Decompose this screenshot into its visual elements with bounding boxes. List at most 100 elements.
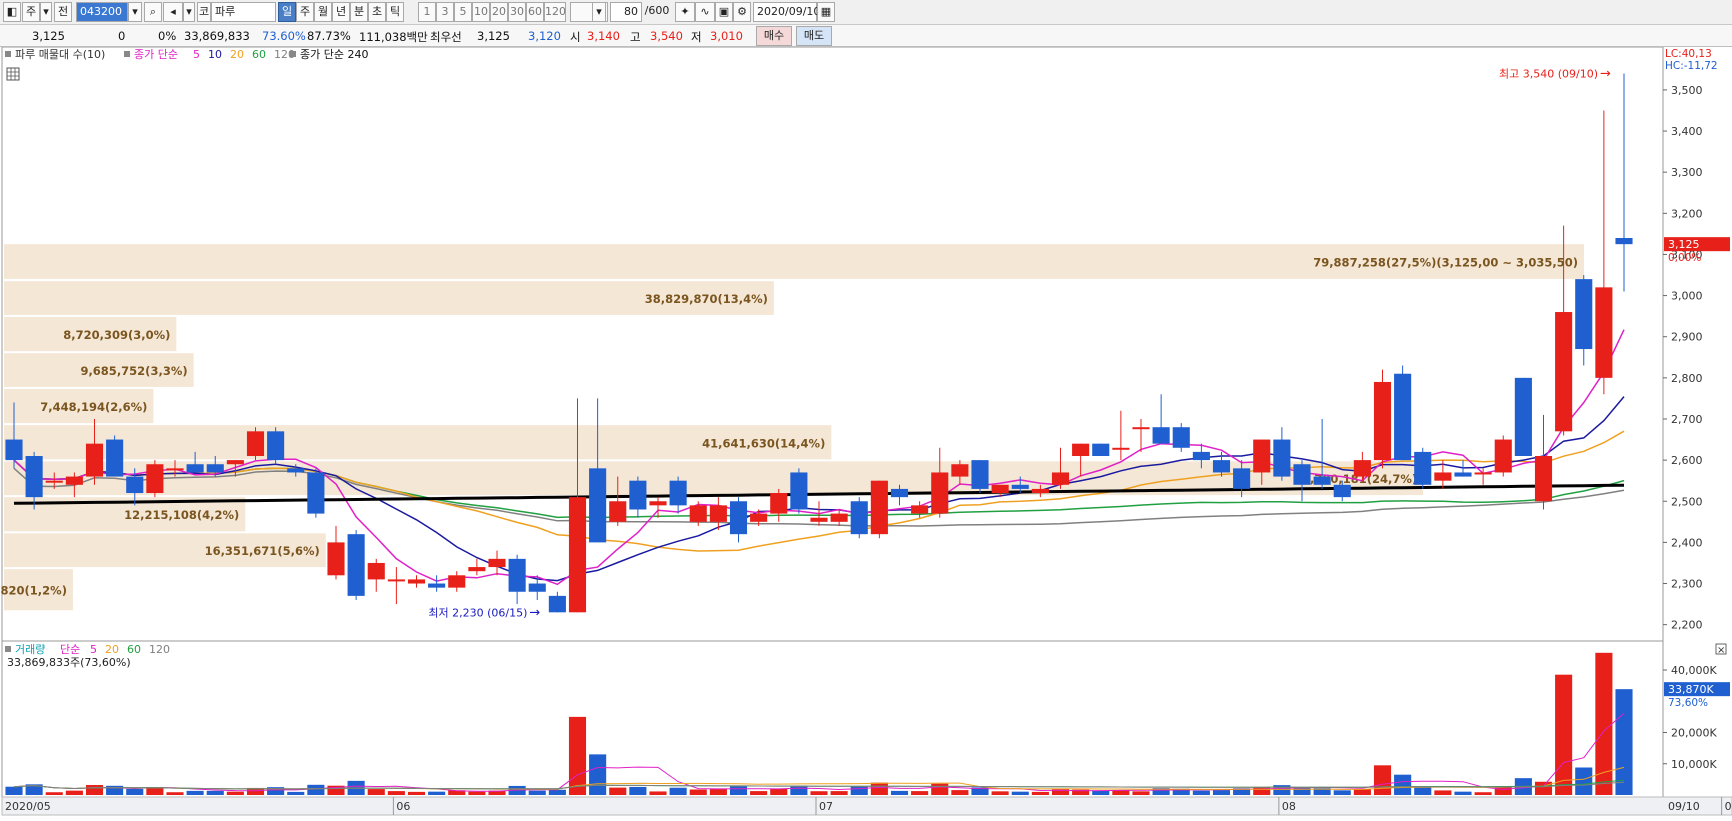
calendar-icon[interactable]: ▦ <box>817 2 835 22</box>
period-button-6[interactable]: 틱 <box>386 2 404 22</box>
gear-icon[interactable]: ⚙ <box>733 2 751 22</box>
high-label: 고 <box>630 30 641 44</box>
chart-menu-icon[interactable]: ◧ <box>3 2 21 22</box>
candle-body <box>931 472 949 514</box>
legend-ma-10: 10 <box>208 48 222 61</box>
candle-body <box>5 439 23 461</box>
interval-button-5[interactable]: 5 <box>454 2 472 22</box>
volume-profile-label: 7,448,194(2,6%) <box>40 400 147 414</box>
market-label: 코 <box>197 2 211 22</box>
interval-button-10[interactable]: 10 <box>472 2 490 22</box>
volume-bar <box>589 754 607 795</box>
volume-profile-label: 12,215,108(4,2%) <box>124 508 239 522</box>
search-icon[interactable]: ⌕ <box>144 2 162 22</box>
volume-bar <box>1555 674 1573 795</box>
x-axis-label: 06 <box>396 800 410 813</box>
period-button-5[interactable]: 초 <box>368 2 386 22</box>
volume-bar <box>226 791 244 795</box>
compare-button[interactable]: 전 <box>54 2 72 22</box>
price-axis-label: 2,300 <box>1671 578 1703 591</box>
candle-body <box>407 579 426 584</box>
pointer-icon[interactable]: ✦ <box>675 2 695 22</box>
interval-button-3[interactable]: 3 <box>436 2 454 22</box>
stock-name-input[interactable]: 파루 <box>211 2 276 22</box>
x-axis-bar <box>1 796 1732 816</box>
volume-axis-label: 10,000K <box>1671 758 1717 771</box>
interval-button-1[interactable]: 1 <box>418 2 436 22</box>
volume-bar <box>830 791 848 795</box>
period-button-0[interactable]: 일 <box>278 2 296 22</box>
sell-button[interactable]: 매도 <box>796 26 832 46</box>
buy-button[interactable]: 매수 <box>756 26 792 46</box>
price-change: 0 <box>118 29 126 43</box>
candle-body <box>971 460 989 489</box>
candle-body <box>689 505 707 522</box>
period-button-2[interactable]: 월 <box>314 2 332 22</box>
volume-bar <box>468 791 486 795</box>
code-dropdown-icon[interactable]: ▾ <box>128 2 142 22</box>
volume-profile-label: 8,720,309(3,0%) <box>63 328 170 342</box>
candle-body <box>649 501 667 506</box>
volume-bar <box>911 791 929 795</box>
stock-code-input[interactable]: 043200 <box>76 2 128 22</box>
volume-profile-label: 9,685,752(3,3%) <box>80 364 187 378</box>
candle-body <box>669 480 687 506</box>
period-button-3[interactable]: 년 <box>332 2 350 22</box>
volume-bar <box>931 783 949 795</box>
save-icon[interactable]: ▣ <box>715 2 733 22</box>
candle-body <box>1313 476 1331 485</box>
candle-body <box>1575 279 1593 350</box>
interval-button-30[interactable]: 30 <box>508 2 526 22</box>
volume-bar <box>689 789 707 795</box>
amount-value: 111,038백만 <box>359 30 428 44</box>
x-axis-label: 09 <box>1725 800 1732 813</box>
candle-body <box>166 468 184 471</box>
volume-bar <box>1092 790 1110 795</box>
candle-body <box>126 476 144 494</box>
interval-button-120[interactable]: 120 <box>544 2 566 22</box>
volume-axis-label: 40,000K <box>1671 664 1717 677</box>
rate1-value: 73.60% <box>262 29 306 43</box>
grid-icon <box>6 67 20 81</box>
low-arrow-icon: → <box>529 605 540 620</box>
period-button-1[interactable]: 주 <box>296 2 314 22</box>
draw-tool-icon[interactable]: ∿ <box>695 2 715 22</box>
sound-icon[interactable]: ◂ <box>163 2 183 22</box>
volume-bar <box>649 791 667 795</box>
volume-profile-label: 3,617,820(1,2%) <box>0 584 67 598</box>
close-icon-glyph: × <box>1717 645 1725 656</box>
candle-body <box>1092 443 1110 457</box>
stock-chart[interactable]: 2,200 2,300 2,400 2,500 2,600 2,700 2,800 2,900… <box>0 46 1732 818</box>
x-axis-label: 09/10 <box>1668 800 1700 813</box>
volume-bar <box>126 788 144 795</box>
interval-button-20[interactable]: 20 <box>490 2 508 22</box>
volume-bar <box>991 791 1009 795</box>
best-ask: 3,125 <box>477 29 510 43</box>
volume-bar <box>1132 791 1150 795</box>
period-type-select[interactable]: 주 <box>22 2 40 22</box>
high-value: 3,540 <box>650 29 683 43</box>
sound-dropdown-icon[interactable]: ▾ <box>183 2 195 22</box>
change-percent: 0% <box>158 29 177 43</box>
volume-profile-label: 41,641,630(14,4%) <box>702 436 825 450</box>
candle-body <box>830 513 848 522</box>
chevron-down-icon[interactable]: ▾ <box>40 2 52 22</box>
candle-body <box>911 505 929 514</box>
volume-bar <box>1394 774 1412 795</box>
volume-bar <box>387 791 405 795</box>
date-input[interactable]: 2020/09/10 <box>753 2 820 22</box>
price-axis-label: 3,200 <box>1671 207 1703 220</box>
candle-body <box>448 575 466 588</box>
candle-body <box>1072 443 1090 457</box>
candle-body <box>1615 237 1633 245</box>
candle-body <box>226 460 244 465</box>
interval-button-60[interactable]: 60 <box>526 2 544 22</box>
count-input[interactable]: 80 <box>610 2 642 22</box>
volume-bar <box>1575 767 1593 795</box>
volume-bar <box>870 782 888 795</box>
price-axis-label: 3,400 <box>1671 125 1703 138</box>
period-button-4[interactable]: 분 <box>350 2 368 22</box>
candle-body <box>1293 464 1311 485</box>
candle-body <box>1414 451 1432 485</box>
interval-dropdown-icon[interactable]: ▾ <box>592 2 606 22</box>
